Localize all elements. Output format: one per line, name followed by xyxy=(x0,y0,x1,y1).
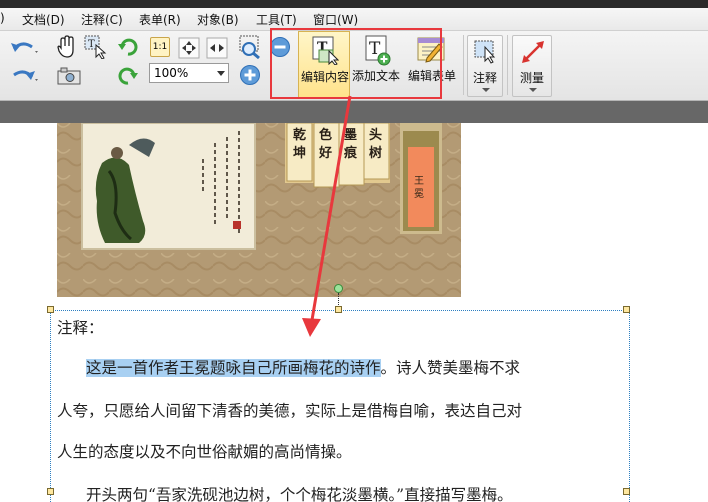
arrow-annotation xyxy=(302,95,352,337)
